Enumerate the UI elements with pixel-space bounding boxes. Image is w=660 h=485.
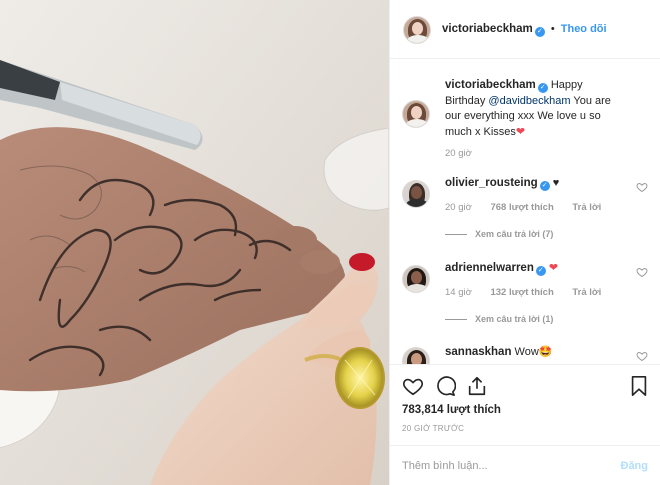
- heart-outline-icon[interactable]: [402, 375, 424, 397]
- comment-meta: 20 giờ 768 lượt thích Trả lời: [445, 202, 617, 213]
- red-heart-emoji: ❤: [515, 125, 526, 138]
- post-time: 20 GIỜ TRƯỚC: [402, 424, 465, 433]
- comment-likes[interactable]: 768 lượt thích: [490, 202, 553, 213]
- post-comment-button[interactable]: Đăng: [621, 460, 649, 472]
- header-username[interactable]: victoriabeckham: [442, 23, 533, 35]
- comment-username[interactable]: adriennelwarren: [445, 262, 534, 274]
- comment-avatar[interactable]: [402, 180, 430, 208]
- comment-avatar[interactable]: [402, 347, 430, 364]
- comment-username[interactable]: olivier_rousteing: [445, 177, 538, 189]
- comment-avatar[interactable]: [402, 265, 430, 293]
- photo-illustration: [0, 0, 389, 485]
- verified-badge-icon: ✓: [535, 266, 546, 276]
- verified-badge-icon: ✓: [539, 181, 550, 191]
- follow-button[interactable]: Theo dõi: [561, 23, 607, 35]
- caption: victoriabeckham ✓ Happy Birthday @davidbe…: [402, 78, 652, 168]
- comment-time: 20 giờ: [445, 202, 472, 213]
- comment-body: Wow🤩: [514, 346, 553, 358]
- post-actions: 783,814 lượt thích 20 GIỜ TRƯỚC: [390, 364, 660, 454]
- comment-reply-button[interactable]: Trả lời: [572, 202, 601, 213]
- caption-text: victoriabeckham ✓ Happy Birthday @davidbe…: [445, 78, 624, 140]
- comment-text: sannaskhan Wow🤩: [445, 345, 624, 361]
- comment-item: olivier_rousteing ✓ ♥ 20 giờ 768 lượt thí…: [402, 173, 652, 248]
- post-side-panel: victoriabeckham ✓ • Theo dõi victoriabeck…: [389, 0, 660, 485]
- comment-text: olivier_rousteing ✓ ♥: [445, 176, 624, 192]
- comment-input[interactable]: [402, 456, 602, 476]
- comment-box: Đăng: [390, 445, 660, 485]
- comment-like-icon[interactable]: [636, 350, 648, 362]
- likes-count[interactable]: 783,814 lượt thích: [402, 404, 501, 416]
- header-separator: •: [550, 23, 555, 35]
- post-header: victoriabeckham ✓ • Theo dõi: [390, 0, 660, 59]
- speech-bubble-icon[interactable]: [434, 375, 456, 397]
- caption-time: 20 giờ: [445, 148, 472, 159]
- comment-likes[interactable]: 132 lượt thích: [490, 287, 553, 298]
- bookmark-icon[interactable]: [628, 375, 650, 397]
- comment-body: ♥: [552, 177, 560, 189]
- view-replies-button[interactable]: Xem câu trả lời (7): [445, 229, 553, 239]
- verified-badge-icon: ✓: [537, 83, 548, 93]
- comment-like-icon[interactable]: [636, 181, 648, 193]
- view-replies-button[interactable]: Xem câu trả lời (1): [445, 314, 553, 324]
- share-icon[interactable]: [466, 375, 488, 397]
- comment-time: 14 giờ: [445, 287, 472, 298]
- comment-like-icon[interactable]: [636, 266, 648, 278]
- caption-mention[interactable]: @davidbeckham: [488, 95, 570, 107]
- post-photo: [0, 0, 389, 485]
- comment-meta: 14 giờ 132 lượt thích Trả lời: [445, 287, 617, 298]
- caption-username[interactable]: victoriabeckham: [445, 79, 536, 91]
- comment-body: ❤: [548, 262, 559, 274]
- comment-item: adriennelwarren ✓ ❤ 14 giờ 132 lượt thích…: [402, 258, 652, 333]
- comment-text: adriennelwarren ✓ ❤: [445, 261, 624, 277]
- verified-badge-icon: ✓: [534, 27, 545, 37]
- comment-username[interactable]: sannaskhan: [445, 346, 511, 358]
- avatar[interactable]: [403, 16, 431, 44]
- comment-reply-button[interactable]: Trả lời: [572, 287, 601, 298]
- comment-item: sannaskhan Wow🤩: [402, 342, 652, 364]
- caption-avatar[interactable]: [402, 100, 430, 128]
